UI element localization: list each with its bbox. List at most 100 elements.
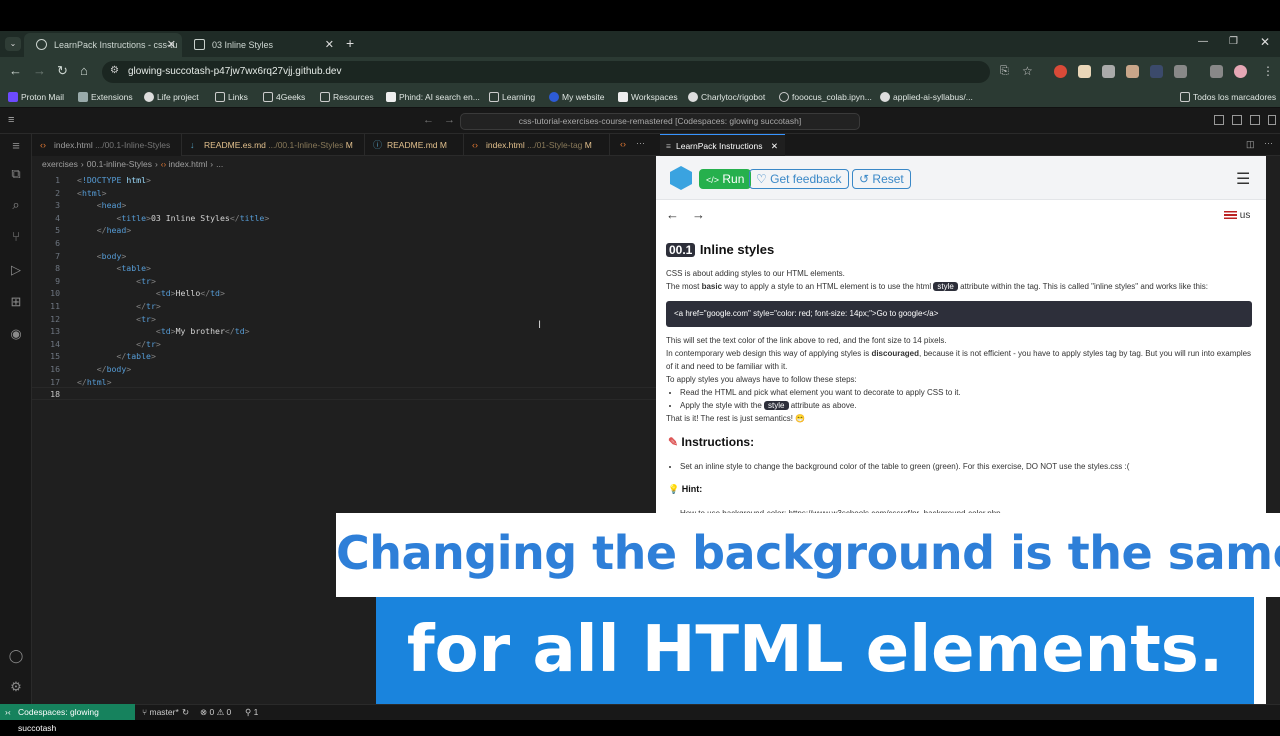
hamburger-menu-icon[interactable]: ≡ [8, 114, 14, 126]
next-arrow-icon[interactable]: → [692, 207, 705, 222]
bookmark-learning[interactable]: Learning [489, 86, 535, 108]
html-file-icon[interactable]: ‹› [620, 139, 626, 149]
bookmark-star-icon[interactable]: ☆ [1022, 64, 1033, 78]
code-line[interactable]: </head> [77, 225, 132, 235]
editor-tab-index-html[interactable]: ‹› index.html .../00.1-Inline-Styles [32, 134, 182, 156]
bookmark-fooocus[interactable]: fooocus_colab.ipyn... [779, 86, 872, 108]
previous-arrow-icon[interactable]: ← [666, 207, 679, 222]
extension-icon[interactable] [1126, 65, 1139, 78]
bookmark-life-project[interactable]: Life project [144, 86, 199, 108]
run-button[interactable]: </> Run [699, 169, 752, 189]
search-icon[interactable]: ⌕ [8, 197, 24, 213]
toggle-panel-icon[interactable] [1232, 115, 1242, 125]
code-line[interactable]: </tr> [77, 339, 161, 349]
sync-icon[interactable]: ↻ [182, 704, 189, 720]
github-icon[interactable]: ◉ [8, 326, 24, 342]
account-icon[interactable]: ◯ [8, 648, 24, 664]
forward-icon[interactable]: → [444, 114, 455, 126]
breadcrumb-item[interactable]: exercises [42, 159, 78, 169]
close-window-icon[interactable]: ✕ [1260, 35, 1270, 49]
maximize-icon[interactable]: ❐ [1229, 36, 1238, 47]
extension-icon[interactable] [1078, 65, 1091, 78]
command-center[interactable]: css-tutorial-exercises-course-remastered… [460, 113, 860, 130]
tab-search-button[interactable]: ⌄ [5, 37, 21, 51]
source-control-icon[interactable]: ⑂ [8, 229, 24, 245]
bookmark-workspaces[interactable]: Workspaces [618, 86, 678, 108]
bookmark-extensions[interactable]: Extensions [78, 86, 133, 108]
customize-layout-icon[interactable] [1268, 115, 1276, 125]
reload-icon[interactable]: ↻ [57, 63, 68, 79]
back-icon[interactable]: ← [9, 63, 22, 79]
panel-scrollbar[interactable] [1266, 156, 1280, 704]
code-line[interactable]: <tr> [77, 276, 156, 286]
url-input[interactable]: glowing-succotash-p47jw7wx6rq27vjj.githu… [102, 61, 990, 83]
bookmark-charlytoc[interactable]: Charlytoc/rigobot [688, 86, 765, 108]
run-debug-icon[interactable]: ▷ [8, 262, 24, 278]
hamburger-menu-icon[interactable]: ☰ [1236, 169, 1250, 189]
code-line[interactable]: <title>03 Inline Styles</title> [77, 213, 269, 223]
code-line[interactable]: <td>My brother</td> [77, 326, 250, 336]
home-icon[interactable]: ⌂ [80, 63, 88, 79]
install-app-icon[interactable]: ⎘ [1000, 65, 1009, 78]
puzzle-icon[interactable] [1174, 65, 1187, 78]
menu-dots-icon[interactable]: ⋮ [1262, 64, 1274, 78]
more-tabs-icon[interactable]: ··· [636, 138, 645, 148]
bookmark-phind[interactable]: Phind: AI search en... [386, 86, 480, 108]
toggle-sidebar-icon[interactable] [1214, 115, 1224, 125]
reset-button[interactable]: ↺ Reset [852, 169, 911, 189]
code-line[interactable]: <table> [77, 263, 151, 273]
bookmark-links[interactable]: Links [215, 86, 248, 108]
learnpack-panel-tab[interactable]: ≡ LearnPack Instructions ✕ [660, 134, 785, 156]
bookmark-my-website[interactable]: My website [549, 86, 605, 108]
code-line[interactable]: <head> [77, 200, 127, 210]
ports-indicator[interactable]: ⚲ 1 [245, 704, 258, 720]
avatar[interactable] [1234, 65, 1247, 78]
pen-icon[interactable] [1102, 65, 1115, 78]
language-selector[interactable]: us [1224, 210, 1250, 221]
remote-indicator[interactable]: ›‹ Codespaces: glowing succotash [0, 704, 135, 733]
code-line[interactable]: </html> [77, 377, 112, 387]
bookmark-4geeks[interactable]: 4Geeks [263, 86, 305, 108]
split-editor-icon[interactable]: ◫ [1246, 139, 1255, 150]
bookmark-all[interactable]: Todos los marcadores [1180, 86, 1276, 108]
code-line[interactable]: </table> [77, 351, 155, 361]
code-line[interactable]: </tr> [77, 301, 161, 311]
editor-tab-readme-es[interactable]: ↓ README.es.md .../00.1-Inline-Styles M [182, 134, 365, 156]
editor-tab-readme[interactable]: ⓘ README.md M [365, 134, 464, 156]
explorer-icon[interactable]: ⧉ [8, 166, 24, 182]
menu-icon[interactable]: ≡ [8, 138, 24, 154]
extension-icon[interactable] [1150, 65, 1163, 78]
get-feedback-button[interactable]: ♡ Get feedback [749, 169, 849, 189]
bookmark-resources[interactable]: Resources [320, 86, 374, 108]
browser-tab-inline-styles[interactable]: 03 Inline Styles ✕ [182, 33, 340, 57]
extensions-icon[interactable]: ⊞ [8, 294, 24, 310]
new-tab-button[interactable]: + [346, 35, 354, 51]
code-line[interactable]: <html> [77, 188, 107, 198]
problems-indicator[interactable]: ⊗ 0 ⚠ 0 [200, 704, 231, 720]
close-icon[interactable]: ✕ [167, 33, 176, 57]
code-line[interactable]: <!DOCTYPE html> [77, 175, 151, 185]
close-icon[interactable]: ✕ [325, 33, 334, 57]
toggle-secondary-sidebar-icon[interactable] [1250, 115, 1260, 125]
site-info-icon[interactable]: ⚙ [110, 65, 119, 76]
breadcrumb-item[interactable]: 00.1-inline-Styles [87, 159, 152, 169]
bookmark-proton-mail[interactable]: Proton Mail [8, 86, 64, 108]
breadcrumb-item[interactable]: index.html [169, 159, 208, 169]
minimize-icon[interactable]: — [1198, 36, 1208, 47]
browser-tab-learnpack[interactable]: LearnPack Instructions - css-tu ✕ [24, 33, 182, 57]
settings-gear-icon[interactable]: ⚙ [8, 679, 24, 695]
code-line[interactable]: <td>Hello</td> [77, 288, 225, 298]
back-icon[interactable]: ← [423, 114, 434, 126]
bookmark-applied-ai[interactable]: applied-ai-syllabus/... [880, 86, 973, 108]
code-line[interactable]: </body> [77, 364, 132, 374]
forward-icon[interactable]: → [33, 63, 46, 79]
code-line[interactable]: <body> [77, 251, 127, 261]
editor-tab-index-style-tag[interactable]: ‹› index.html .../01-Style-tag M [464, 134, 610, 156]
close-icon[interactable]: ✕ [771, 135, 778, 157]
extension-icon[interactable] [1054, 65, 1067, 78]
more-actions-icon[interactable]: ··· [1264, 138, 1273, 148]
branch-indicator[interactable]: ⑂ master* [142, 704, 179, 720]
sidebar-icon[interactable] [1210, 65, 1223, 78]
breadcrumb-item[interactable]: ... [216, 159, 223, 169]
code-line[interactable]: <tr> [77, 314, 156, 324]
